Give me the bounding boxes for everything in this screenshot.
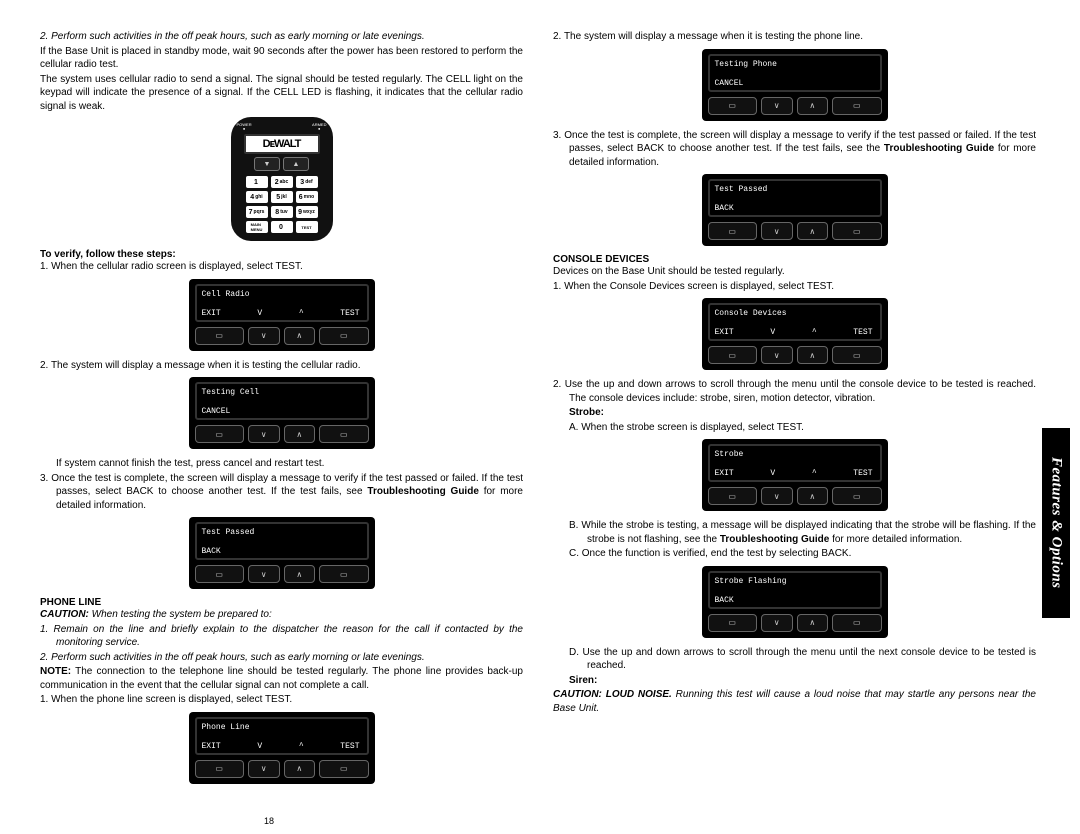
text: If system cannot finish the test, press … bbox=[40, 457, 523, 471]
step: 2. Perform such activities in the off pe… bbox=[40, 651, 523, 665]
caution: CAUTION: LOUD NOISE. Running this test w… bbox=[553, 688, 1036, 715]
lcd-console-devices: Console Devices EXITV^TEST ▭∨∧▭ bbox=[702, 298, 888, 370]
lcd-strobe-flashing: Strobe Flashing BACK ▭∨∧▭ bbox=[702, 566, 888, 638]
step: 2. Use the up and down arrows to scroll … bbox=[553, 378, 1036, 405]
step: 2. The system will display a message whe… bbox=[40, 359, 523, 373]
keypad-grid: 1 2abc 3def 4ghi 5jkl 6mno 7pqrs 8tuv 9w… bbox=[246, 176, 318, 233]
right-column: 2. The system will display a message whe… bbox=[553, 30, 1036, 792]
page-number: 18 bbox=[0, 816, 538, 826]
siren-heading: Siren: bbox=[553, 674, 1036, 688]
step: 3. Once the test is complete, the screen… bbox=[40, 472, 523, 513]
lcd-testing-cell: Testing Cell CANCEL ▭∨∧▭ bbox=[189, 377, 375, 449]
step: D. Use the up and down arrows to scroll … bbox=[569, 646, 1036, 673]
text: 2. Perform such activities in the off pe… bbox=[40, 30, 523, 44]
lcd-cell-radio: Cell Radio EXITV^TEST ▭∨∧▭ bbox=[189, 279, 375, 351]
step: C. Once the function is verified, end th… bbox=[569, 547, 1036, 561]
step: 3. Once the test is complete, the screen… bbox=[553, 129, 1036, 170]
strobe-heading: Strobe: bbox=[553, 406, 1036, 420]
lcd-test-passed: Test Passed BACK ▭∨∧▭ bbox=[189, 517, 375, 589]
step: 1. Remain on the line and briefly explai… bbox=[40, 623, 523, 650]
step: 1. When the cellular radio screen is dis… bbox=[40, 260, 523, 274]
step: 1. When the Console Devices screen is di… bbox=[553, 280, 1036, 294]
side-tab: Features & Options bbox=[1042, 428, 1070, 618]
text: If the Base Unit is placed in standby mo… bbox=[40, 45, 523, 72]
step: B. While the strobe is testing, a messag… bbox=[569, 519, 1036, 546]
phone-line-heading: PHONE LINE bbox=[40, 597, 523, 608]
lcd-strobe: Strobe EXITV^TEST ▭∨∧▭ bbox=[702, 439, 888, 511]
step: A. When the strobe screen is displayed, … bbox=[569, 421, 1036, 435]
text: The system uses cellular radio to send a… bbox=[40, 73, 523, 114]
keypad-brand: DᴇWALT bbox=[244, 134, 320, 154]
keypad-down: ▼ bbox=[254, 157, 280, 171]
caution: CAUTION: When testing the system be prep… bbox=[40, 608, 523, 622]
keypad-up: ▲ bbox=[283, 157, 309, 171]
lcd-testing-phone: Testing Phone CANCEL ▭∨∧▭ bbox=[702, 49, 888, 121]
step: 1. When the phone line screen is display… bbox=[40, 693, 523, 707]
armed-led-label: ARMED● bbox=[312, 123, 326, 131]
verify-heading: To verify, follow these steps: bbox=[40, 249, 523, 260]
lcd-phone-line: Phone Line EXITV^TEST ▭∨∧▭ bbox=[189, 712, 375, 784]
console-devices-heading: CONSOLE DEVICES bbox=[553, 254, 1036, 265]
text: Devices on the Base Unit should be teste… bbox=[553, 265, 1036, 279]
step: 2. The system will display a message whe… bbox=[553, 30, 1036, 44]
keypad-illustration: POWER● ARMED● DᴇWALT ▼ ▲ 1 2abc 3def 4gh… bbox=[40, 117, 523, 241]
power-led-label: POWER● bbox=[237, 123, 252, 131]
note: NOTE: The connection to the telephone li… bbox=[40, 665, 523, 692]
lcd-test-passed-2: Test Passed BACK ▭∨∧▭ bbox=[702, 174, 888, 246]
left-column: 2. Perform such activities in the off pe… bbox=[40, 30, 523, 792]
